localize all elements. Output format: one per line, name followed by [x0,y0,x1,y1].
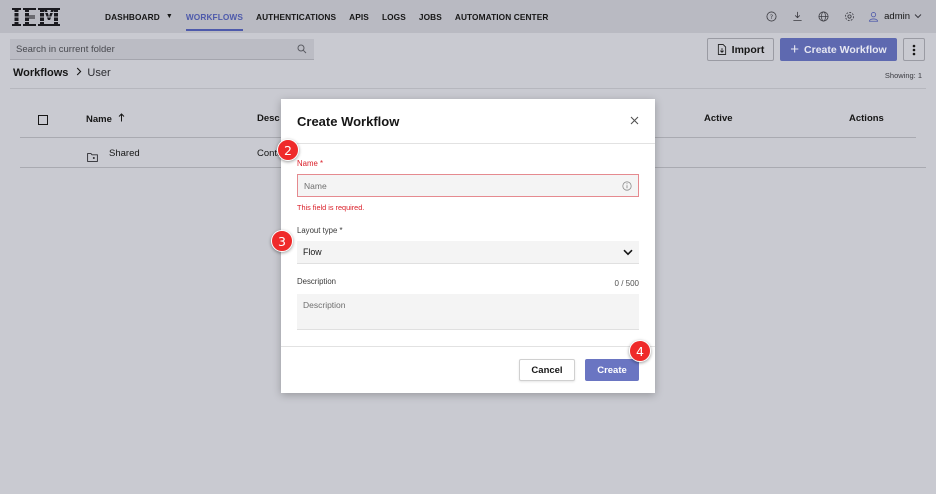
nav-automation-center[interactable]: AUTOMATION CENTER [455,0,549,33]
user-menu[interactable]: admin [868,11,922,22]
step-marker-3: 3 [271,230,293,252]
layout-type-label: Layout type * [297,226,343,235]
user-name: admin [884,11,910,22]
search-input[interactable]: Search in current folder [10,39,314,60]
import-file-icon [717,44,726,55]
row-name[interactable]: Shared [109,148,140,159]
description-placeholder: Description [303,300,346,310]
sort-arrow-up-icon [118,113,125,125]
description-field[interactable]: Description [297,294,639,330]
nav-authentications[interactable]: AUTHENTICATIONS [256,0,336,33]
breadcrumb-root[interactable]: Workflows [13,67,68,79]
cancel-button[interactable]: Cancel [519,359,575,381]
chevron-right-icon [76,67,82,79]
nav-actions: ? admin [758,0,922,33]
step-marker-2: 2 [277,139,299,161]
info-icon [622,181,632,193]
svg-text:?: ? [769,13,772,21]
top-navigation: DASHBOARD ▼ WORKFLOWS AUTHENTICATIONS API… [0,0,936,33]
nav-dashboard-label: DASHBOARD [105,11,160,22]
close-icon[interactable] [630,113,639,128]
ibm-logo[interactable] [12,8,60,26]
breadcrumb-current: User [87,67,111,79]
search-icon [297,44,307,57]
modal-header-divider [281,143,655,144]
name-field-label: Name * [297,159,323,168]
description-counter: 0 / 500 [614,279,639,288]
nav-workflows[interactable]: WORKFLOWS [185,0,244,33]
column-description[interactable]: Desc [257,113,280,124]
search-placeholder: Search in current folder [16,43,115,55]
nav-authentications-label: AUTHENTICATIONS [256,11,337,22]
nav-logs[interactable]: LOGS [382,0,406,33]
nav-jobs[interactable]: JOBS [419,0,442,33]
breadcrumb: Workflows User [13,67,111,79]
required-mark: * [319,159,324,168]
name-field[interactable]: Name [297,174,639,197]
column-active[interactable]: Active [704,113,733,124]
plus-icon: + [790,41,800,58]
column-name[interactable]: Name [86,113,125,125]
nav-logs-label: LOGS [381,11,406,22]
chevron-down-icon [623,248,633,258]
import-label: Import [731,43,765,56]
layout-label-text: Layout type [297,226,338,235]
download-icon[interactable] [784,11,810,22]
modal-footer-divider [281,346,655,347]
name-error-message: This field is required. [297,203,365,212]
column-actions: Actions [849,113,884,124]
create-button[interactable]: Create [585,359,639,381]
overflow-menu-button[interactable] [903,38,925,61]
modal-title: Create Workflow [297,114,400,129]
nav-jobs-label: JOBS [418,11,442,22]
nav-apis-label: APIS [349,11,369,22]
create-workflow-button[interactable]: + Create Workflow [780,38,897,61]
caret-down-icon: ▼ [165,13,173,20]
required-mark: * [339,226,343,235]
chevron-down-icon [914,12,922,21]
create-workflow-modal: Create Workflow Name * Name This field i… [281,99,655,393]
shared-folder-icon [87,149,98,167]
import-button[interactable]: Import [707,38,774,61]
description-label: Description [297,277,336,286]
name-label-text: Name [297,159,318,168]
name-placeholder: Name [304,180,327,191]
kebab-icon [912,44,916,55]
settings-icon[interactable] [836,11,862,22]
showing-count: Showing: 1 [884,71,922,80]
nav-menu: DASHBOARD ▼ WORKFLOWS AUTHENTICATIONS API… [105,0,561,33]
nav-workflows-label: WORKFLOWS [185,11,243,22]
nav-apis[interactable]: APIS [349,0,369,33]
layout-type-select[interactable]: Flow [297,241,639,264]
nav-dashboard[interactable]: DASHBOARD ▼ [105,0,173,33]
nav-automation-center-label: AUTOMATION CENTER [454,11,549,22]
step-marker-4: 4 [629,340,651,362]
create-workflow-label: Create Workflow [804,43,887,56]
select-all-checkbox[interactable] [38,115,48,125]
globe-icon[interactable] [810,11,836,22]
column-name-label: Name [86,114,112,125]
user-icon [869,12,879,22]
layout-type-value: Flow [303,247,322,257]
help-icon[interactable]: ? [758,11,784,22]
